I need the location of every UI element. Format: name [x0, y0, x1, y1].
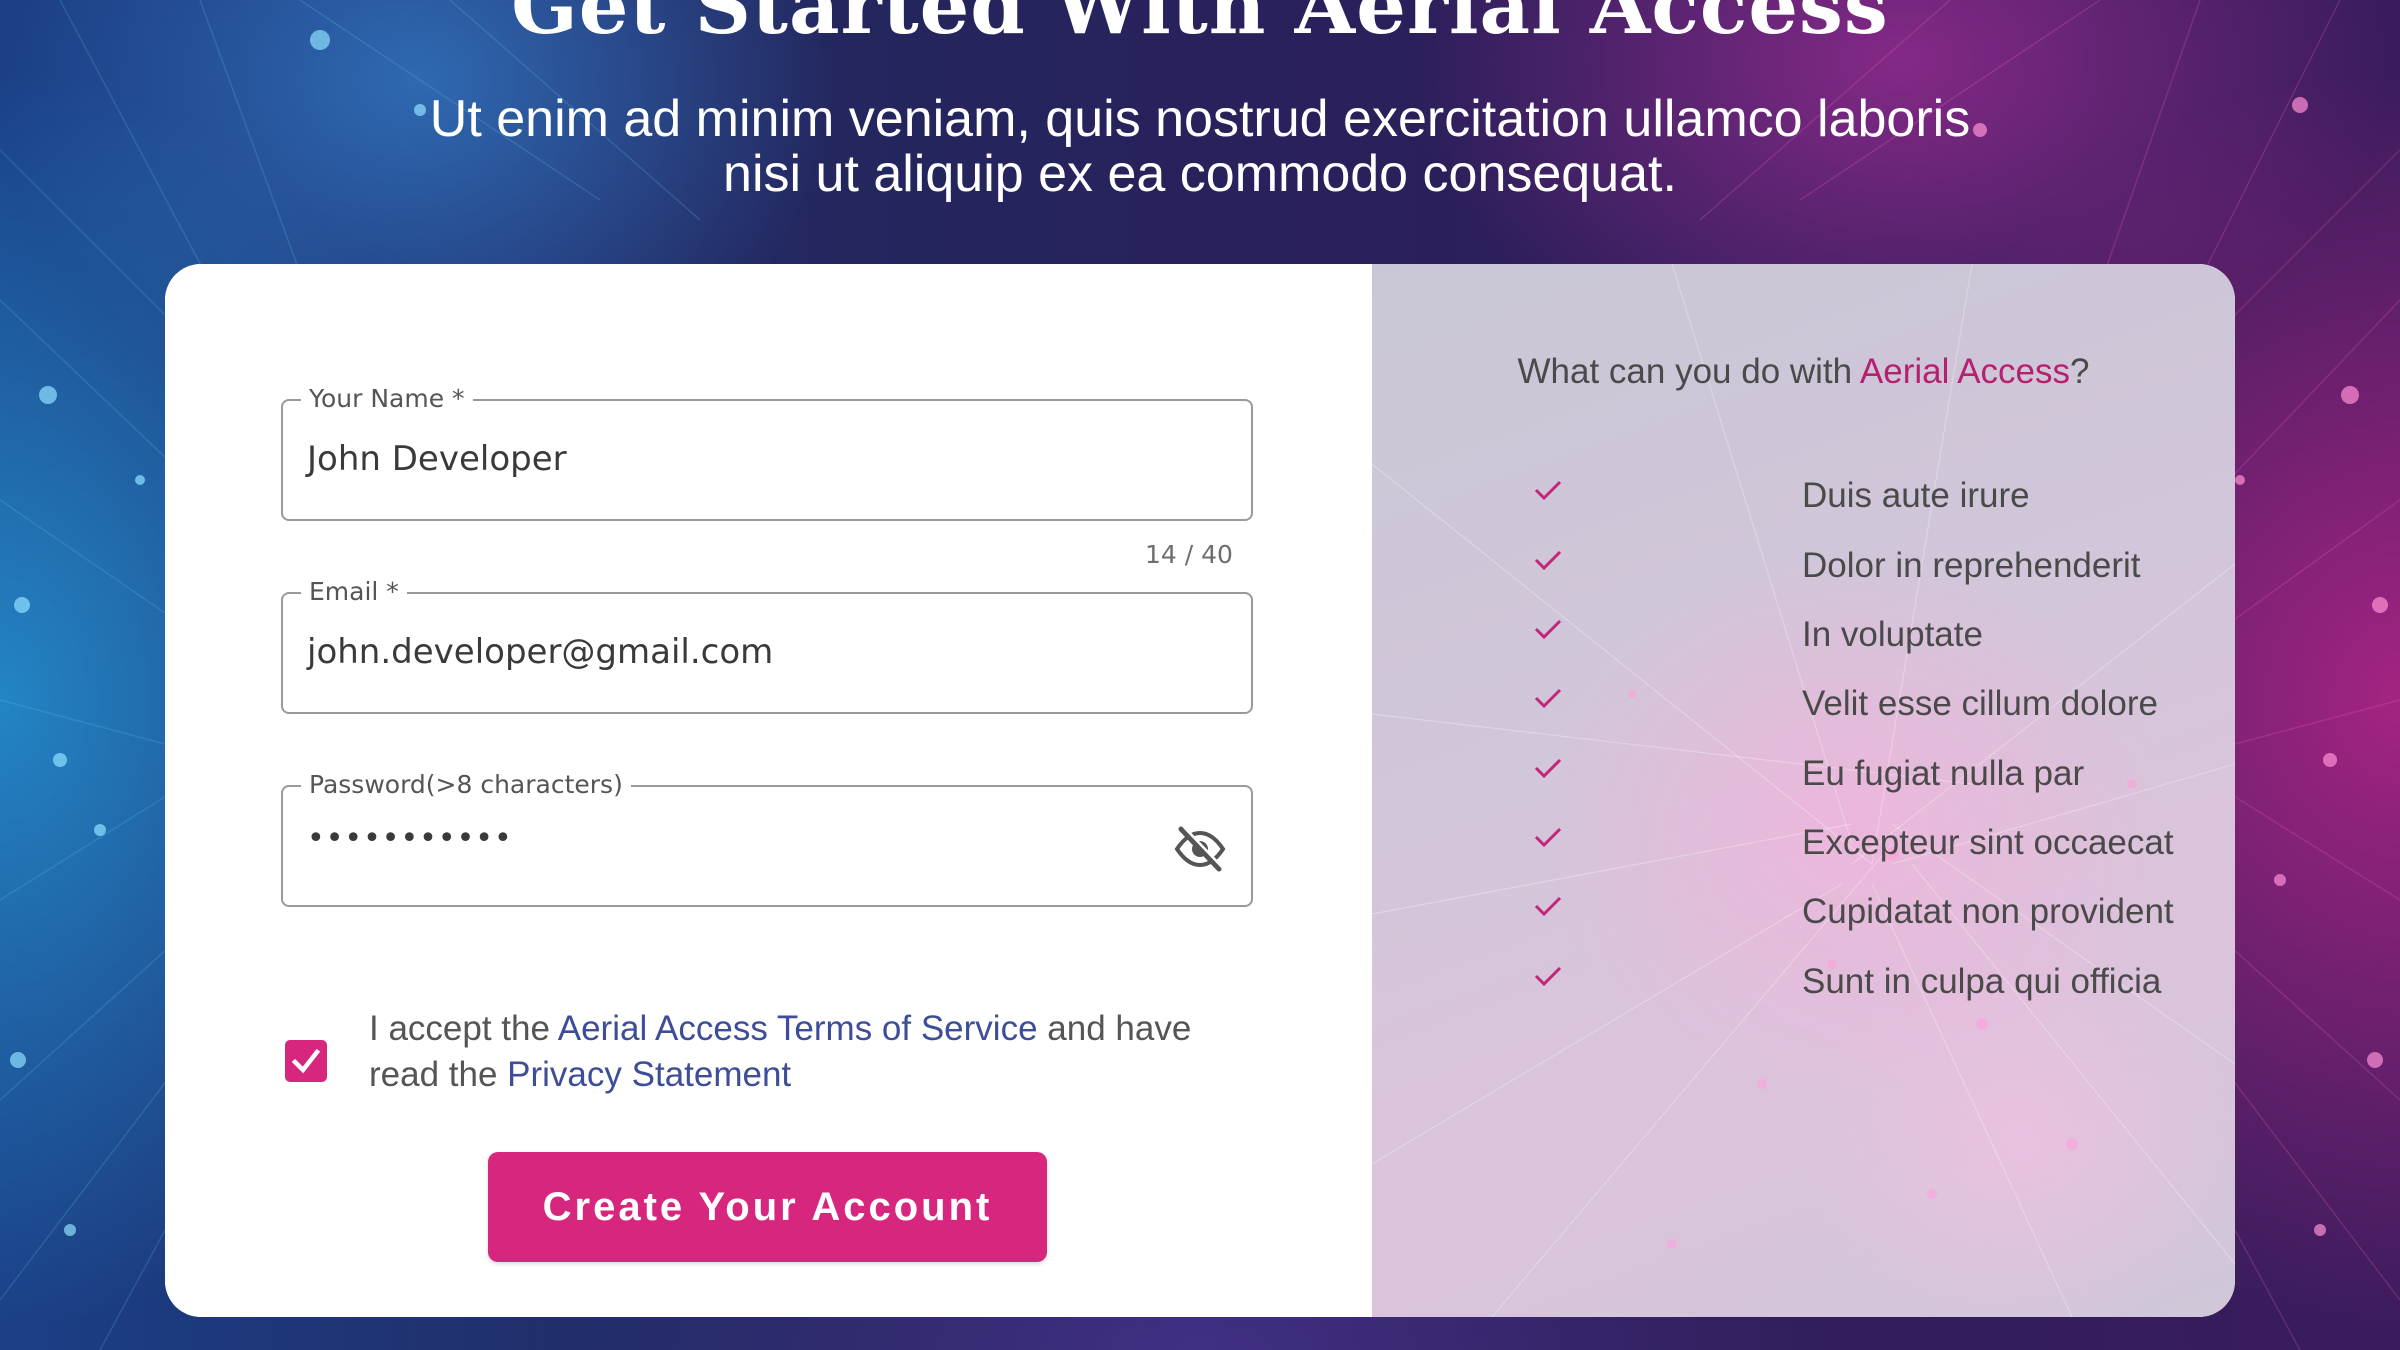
features-heading-prefix: What can you do with: [1517, 352, 1860, 391]
eye-off-icon[interactable]: [1173, 825, 1227, 873]
name-field-label: Your Name *: [301, 383, 473, 415]
feature-item: Eu fugiat nulla par: [1372, 752, 2235, 802]
email-field[interactable]: Email * john.developer@gmail.com: [281, 576, 1253, 714]
password-field-value[interactable]: •••••••••••: [307, 817, 513, 861]
page-subtitle: Ut enim ad minim veniam, quis nostrud ex…: [429, 90, 1971, 203]
check-icon: [1534, 550, 1562, 571]
check-icon: [1534, 480, 1562, 501]
signup-card: Your Name * John Developer 14 / 40 Email…: [165, 264, 2235, 1317]
name-char-counter: 14 / 40: [1145, 540, 1233, 569]
password-field[interactable]: Password(>8 characters) •••••••••••: [281, 769, 1253, 907]
email-field-value[interactable]: john.developer@gmail.com: [307, 630, 773, 674]
privacy-statement-link[interactable]: Privacy Statement: [507, 1055, 791, 1094]
check-icon: [1534, 758, 1562, 779]
feature-label: Sunt in culpa qui officia: [1802, 962, 2162, 1001]
features-panel: What can you do with Aerial Access? Duis…: [1372, 264, 2235, 1317]
features-heading: What can you do with Aerial Access?: [1372, 350, 2235, 394]
check-icon: [1534, 827, 1562, 848]
feature-item: In voluptate: [1372, 613, 2235, 663]
page-title: Get Started With Aerial Access: [511, 0, 1889, 52]
name-field-value[interactable]: John Developer: [307, 437, 567, 481]
feature-label: Duis aute irure: [1802, 476, 2030, 515]
feature-item: Excepteur sint occaecat: [1372, 821, 2235, 871]
signup-form: Your Name * John Developer 14 / 40 Email…: [165, 264, 1372, 1317]
terms-checkbox[interactable]: [285, 1040, 327, 1082]
feature-item: Dolor in reprehenderit: [1372, 544, 2235, 594]
name-field[interactable]: Your Name * John Developer: [281, 383, 1253, 521]
feature-label: Cupidatat non provident: [1802, 892, 2174, 931]
feature-label: Excepteur sint occaecat: [1802, 823, 2174, 862]
feature-item: Velit esse cillum dolore: [1372, 682, 2235, 732]
feature-label: In voluptate: [1802, 615, 1983, 654]
check-icon: [1534, 619, 1562, 640]
create-account-button[interactable]: Create Your Account: [488, 1152, 1047, 1262]
feature-label: Eu fugiat nulla par: [1802, 754, 2085, 793]
features-heading-brand: Aerial Access: [1859, 352, 2071, 391]
terms-prefix: I accept the: [369, 1009, 558, 1048]
check-icon: [1534, 896, 1562, 917]
feature-item: Sunt in culpa qui officia: [1372, 960, 2235, 1010]
feature-item: Cupidatat non provident: [1372, 890, 2235, 940]
features-heading-suffix: ?: [2070, 352, 2090, 391]
password-field-label: Password(>8 characters): [301, 769, 631, 801]
checkmark-icon: [291, 1048, 321, 1074]
email-field-label: Email *: [301, 576, 407, 608]
feature-label: Velit esse cillum dolore: [1802, 684, 2158, 723]
check-icon: [1534, 966, 1562, 987]
feature-item: Duis aute irure: [1372, 474, 2235, 524]
feature-label: Dolor in reprehenderit: [1802, 546, 2141, 585]
terms-of-service-link[interactable]: Aerial Access Terms of Service: [558, 1009, 1038, 1048]
check-icon: [1534, 688, 1562, 709]
terms-statement: I accept the Aerial Access Terms of Serv…: [369, 1006, 1269, 1098]
